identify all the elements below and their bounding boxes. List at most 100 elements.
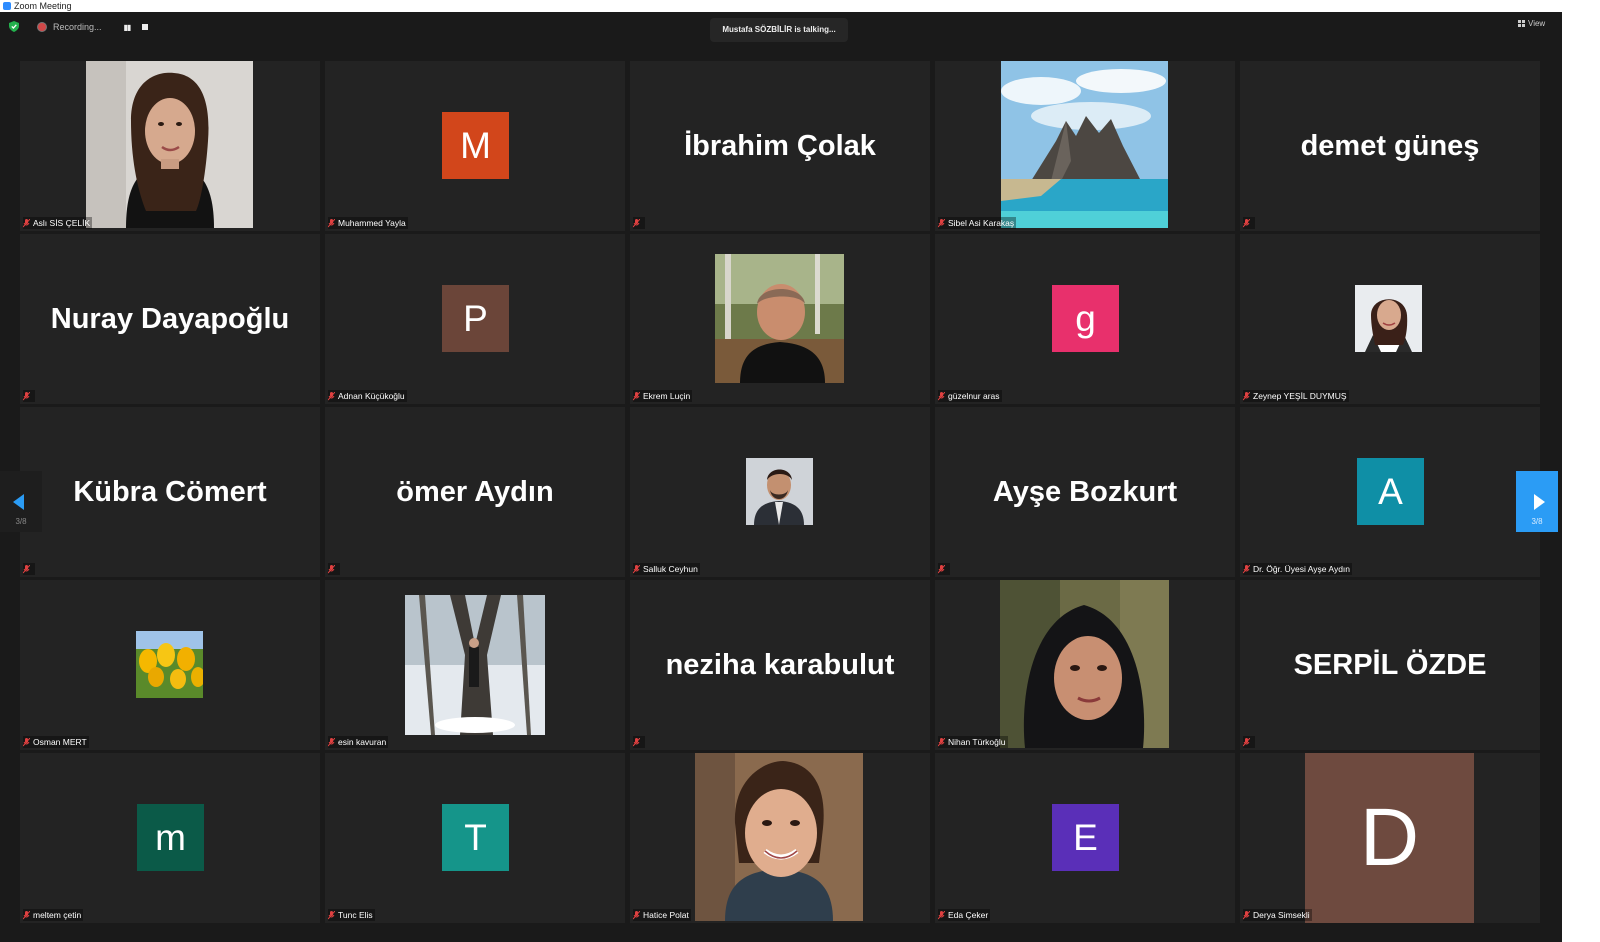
- next-page-button[interactable]: 3/8: [1516, 471, 1558, 532]
- participant-nameplate: Ekrem Luçin: [633, 390, 693, 402]
- participant-tile[interactable]: İbrahim Çolak: [630, 61, 930, 231]
- participant-avatar: T: [442, 804, 509, 871]
- participant-nameplate: [328, 563, 340, 575]
- participant-name: Eda Çeker: [948, 910, 989, 920]
- muted-mic-icon: [23, 737, 30, 747]
- woman-smiling-photo: [695, 753, 863, 921]
- participant-tile[interactable]: P Adnan Küçükoğlu: [325, 234, 625, 404]
- previous-page-button[interactable]: 3/8: [0, 471, 42, 532]
- participant-tile[interactable]: neziha karabulut: [630, 580, 930, 750]
- woman-portrait-photo: [1355, 285, 1422, 352]
- muted-mic-icon: [633, 218, 640, 228]
- participant-nameplate: esin kavuran: [328, 736, 389, 748]
- window-titlebar: Zoom Meeting: [0, 0, 1600, 12]
- snowy-tree-photo: [405, 595, 545, 735]
- muted-mic-icon: [938, 564, 945, 574]
- woman-portrait-photo: [86, 61, 253, 228]
- grid-view-icon: [1518, 20, 1525, 27]
- participant-tile[interactable]: Salluk Ceyhun: [630, 407, 930, 577]
- muted-mic-icon: [633, 391, 640, 401]
- participant-nameplate: [1243, 736, 1255, 748]
- muted-mic-icon: [633, 564, 640, 574]
- participant-avatar: g: [1052, 285, 1119, 352]
- participant-tile[interactable]: Nihan Türkoğlu: [935, 580, 1235, 750]
- participant-tile[interactable]: Zeynep YEŞİL DUYMUŞ: [1240, 234, 1540, 404]
- participant-tile[interactable]: E Eda Çeker: [935, 753, 1235, 923]
- participant-big-name: neziha karabulut: [665, 648, 895, 681]
- view-label: View: [1528, 19, 1546, 28]
- view-button[interactable]: View: [1518, 19, 1545, 28]
- muted-mic-icon: [328, 218, 335, 228]
- participant-nameplate: Salluk Ceyhun: [633, 563, 700, 575]
- participant-tile[interactable]: D Derya Simsekli: [1240, 753, 1540, 923]
- participant-nameplate: Tunc Elis: [328, 909, 375, 921]
- meeting-window: Recording... ▮▮ Mustafa SÖZBİLİR is talk…: [0, 12, 1562, 942]
- page-indicator: 3/8: [15, 517, 27, 526]
- participant-tile[interactable]: A Dr. Öğr. Üyesi Ayşe Aydın: [1240, 407, 1540, 577]
- muted-mic-icon: [938, 218, 945, 228]
- participant-tile[interactable]: T Tunc Elis: [325, 753, 625, 923]
- participant-name: Sibel Asi Karakaş: [948, 218, 1015, 228]
- muted-mic-icon: [938, 737, 945, 747]
- stop-recording-icon[interactable]: [142, 24, 149, 30]
- tulips-photo: [136, 631, 203, 698]
- participant-nameplate: meltem çetin: [23, 909, 84, 921]
- recording-dot-icon: [37, 22, 47, 32]
- participant-nameplate: Zeynep YEŞİL DUYMUŞ: [1243, 390, 1349, 402]
- participant-big-name: Ayşe Bozkurt: [992, 475, 1178, 508]
- participant-photo: [136, 631, 203, 698]
- participant-name: güzelnur aras: [948, 391, 1000, 401]
- participant-nameplate: Adnan Küçükoğlu: [328, 390, 407, 402]
- muted-mic-icon: [23, 391, 30, 401]
- muted-mic-icon: [1243, 391, 1250, 401]
- participant-name: Nihan Türkoğlu: [948, 737, 1006, 747]
- participant-tile[interactable]: Sibel Asi Karakaş: [935, 61, 1235, 231]
- participant-name: Tunc Elis: [338, 910, 373, 920]
- participant-tile[interactable]: Ayşe Bozkurt: [935, 407, 1235, 577]
- participant-big-name: Nuray Dayapoğlu: [50, 302, 290, 335]
- muted-mic-icon: [23, 910, 30, 920]
- participant-tile[interactable]: M Muhammed Yayla: [325, 61, 625, 231]
- window-title: Zoom Meeting: [14, 1, 72, 11]
- man-outdoor-photo: [715, 254, 844, 383]
- muted-mic-icon: [938, 910, 945, 920]
- participant-name: Adnan Küçükoğlu: [338, 391, 405, 401]
- participant-tile[interactable]: Aslı SİS ÇELİK: [20, 61, 320, 231]
- active-speaker-banner: Mustafa SÖZBİLİR is talking...: [710, 18, 848, 42]
- participant-big-name: ömer Aydın: [396, 475, 554, 508]
- participant-name: meltem çetin: [33, 910, 82, 920]
- participant-tile[interactable]: Nuray Dayapoğlu: [20, 234, 320, 404]
- participant-photo: [1000, 580, 1169, 748]
- participant-tile[interactable]: Kübra Cömert: [20, 407, 320, 577]
- participant-photo: [695, 753, 863, 921]
- participant-tile[interactable]: SERPİL ÖZDE: [1240, 580, 1540, 750]
- participant-tile[interactable]: ömer Aydın: [325, 407, 625, 577]
- participant-tile[interactable]: g güzelnur aras: [935, 234, 1235, 404]
- participant-name: Zeynep YEŞİL DUYMUŞ: [1253, 391, 1347, 401]
- participant-name: Dr. Öğr. Üyesi Ayşe Aydın: [1253, 564, 1351, 574]
- participant-nameplate: [23, 390, 35, 402]
- participant-nameplate: Eda Çeker: [938, 909, 991, 921]
- participant-tile[interactable]: demet güneş: [1240, 61, 1540, 231]
- security-shield-icon[interactable]: [9, 21, 19, 32]
- participant-nameplate: [633, 217, 645, 229]
- participant-big-name: İbrahim Çolak: [684, 129, 876, 162]
- chevron-left-icon: [13, 494, 24, 510]
- participant-tile[interactable]: Ekrem Luçin: [630, 234, 930, 404]
- window-edge: [1562, 12, 1600, 942]
- participant-nameplate: [633, 736, 645, 748]
- pause-recording-icon[interactable]: ▮▮: [124, 23, 132, 32]
- participant-avatar: M: [442, 112, 509, 179]
- participant-nameplate: [23, 563, 35, 575]
- participant-tile[interactable]: m meltem çetin: [20, 753, 320, 923]
- participant-tile[interactable]: Osman MERT: [20, 580, 320, 750]
- participant-photo: [715, 254, 844, 383]
- participant-name: Derya Simsekli: [1253, 910, 1310, 920]
- participant-name: Muhammed Yayla: [338, 218, 406, 228]
- mountain-lake-photo: [1001, 61, 1168, 228]
- man-suit-photo: [746, 458, 813, 525]
- participant-tile[interactable]: Hatice Polat: [630, 753, 930, 923]
- participant-tile[interactable]: esin kavuran: [325, 580, 625, 750]
- recording-indicator: Recording... ▮▮: [32, 20, 149, 34]
- participant-nameplate: güzelnur aras: [938, 390, 1002, 402]
